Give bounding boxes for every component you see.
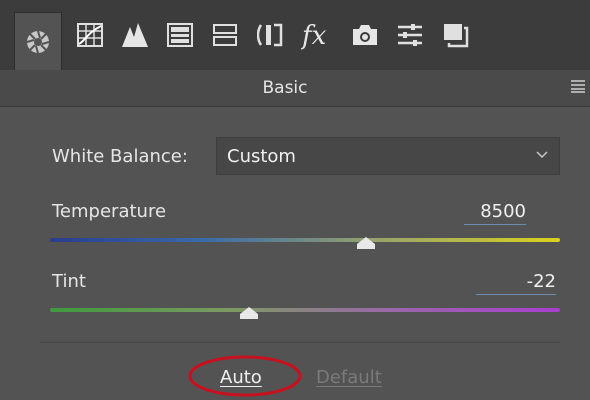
default-button[interactable]: Default [316, 367, 382, 388]
tab-effects[interactable]: fx [297, 12, 339, 58]
detail-icon [122, 23, 148, 47]
chevron-down-icon [536, 151, 548, 159]
tint-slider-thumb[interactable] [239, 306, 259, 320]
split-toning-icon [213, 24, 237, 46]
temperature-value-field[interactable]: 8500 [464, 201, 526, 225]
tint-slider-track[interactable] [50, 308, 560, 312]
tab-presets[interactable] [390, 12, 430, 58]
effects-fx-icon: fx [301, 21, 327, 50]
auto-button[interactable]: Auto [220, 367, 262, 388]
white-balance-value: Custom [227, 146, 296, 167]
lens-corrections-icon [257, 23, 283, 47]
snapshots-icon [444, 24, 469, 48]
svg-text:fx: fx [301, 21, 327, 50]
camera-calibration-icon [353, 25, 377, 45]
tab-hsl[interactable] [160, 12, 200, 58]
temperature-label: Temperature [52, 201, 167, 222]
tab-basic[interactable] [14, 12, 62, 71]
aperture-icon [26, 30, 50, 54]
tab-snapshots[interactable] [436, 12, 476, 58]
white-balance-dropdown[interactable]: Custom [216, 137, 560, 175]
hsl-icon [167, 23, 193, 47]
tab-lens-corrections[interactable] [252, 12, 292, 58]
tab-split-toning[interactable] [205, 12, 245, 58]
tint-label: Tint [52, 271, 86, 292]
temperature-slider-track[interactable] [50, 238, 560, 242]
tab-camera-calibration[interactable] [345, 12, 385, 58]
tab-detail[interactable] [115, 12, 155, 58]
tone-curve-icon [77, 23, 103, 47]
panel-title: Basic [262, 78, 308, 98]
presets-icon [398, 24, 422, 46]
section-divider [40, 342, 560, 343]
panel-header: Basic [0, 70, 590, 107]
temperature-slider-thumb[interactable] [356, 236, 376, 250]
panel-tab-bar: fx [0, 0, 590, 71]
white-balance-label: White Balance: [52, 146, 188, 167]
panel-menu-icon[interactable] [570, 78, 586, 94]
tint-value-field[interactable]: -22 [476, 271, 556, 295]
tab-tone-curve[interactable] [70, 12, 110, 58]
